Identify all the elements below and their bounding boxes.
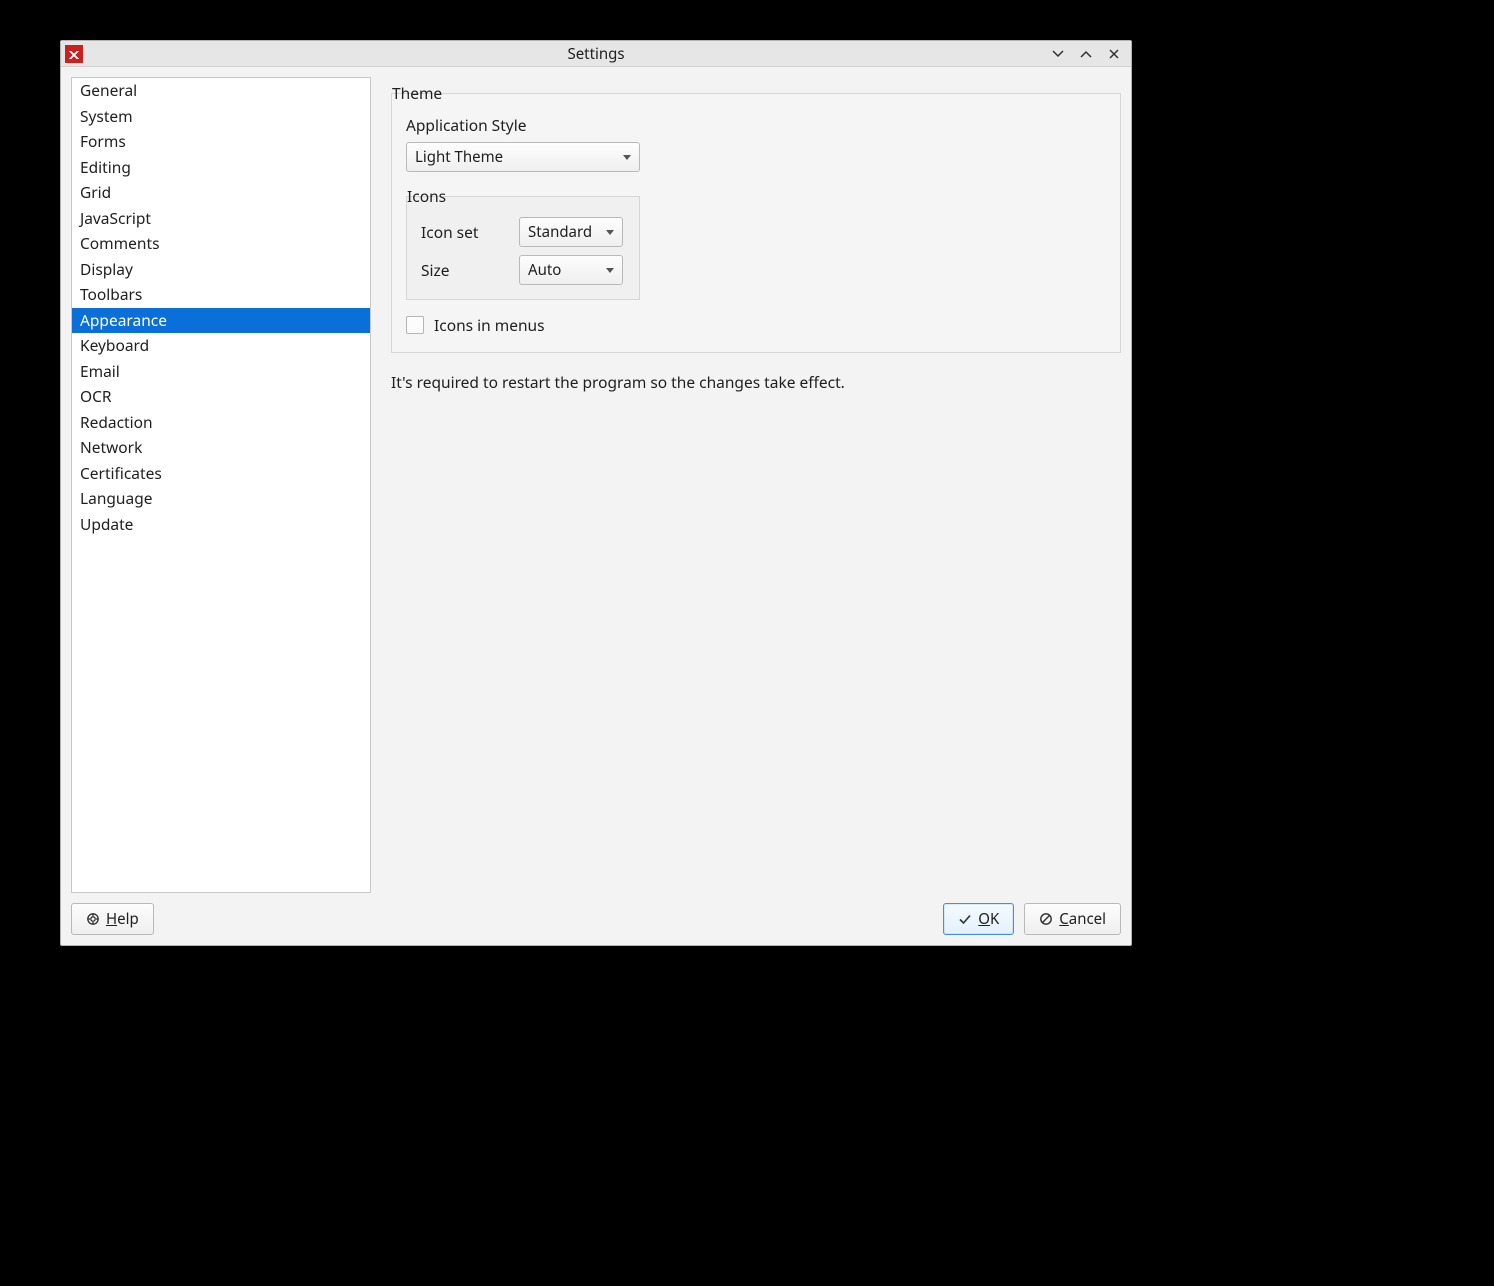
help-icon xyxy=(86,912,100,926)
help-button-label: Help xyxy=(106,909,139,929)
sidebar-item-comments[interactable]: Comments xyxy=(72,231,370,257)
appearance-panel: Theme Application Style Light Theme Icon… xyxy=(391,77,1121,893)
cancel-icon xyxy=(1039,912,1053,926)
application-style-combo[interactable]: Light Theme xyxy=(406,142,640,172)
sidebar-item-javascript[interactable]: JavaScript xyxy=(72,206,370,232)
dropdown-arrow-icon xyxy=(606,230,614,235)
sidebar-item-language[interactable]: Language xyxy=(72,486,370,512)
ok-button[interactable]: OK xyxy=(943,903,1014,935)
checkbox-box-icon xyxy=(406,316,424,334)
app-icon xyxy=(65,45,83,63)
sidebar-item-general[interactable]: General xyxy=(72,78,370,104)
application-style-label: Application Style xyxy=(406,114,1106,136)
sidebar-item-appearance[interactable]: Appearance xyxy=(72,308,370,334)
chevron-down-icon xyxy=(1051,47,1065,61)
settings-dialog: Settings GeneralSystemFormsEditingGridJa… xyxy=(60,40,1132,946)
minimize-button[interactable] xyxy=(1049,45,1067,63)
close-icon xyxy=(1107,47,1121,61)
dropdown-arrow-icon xyxy=(623,155,631,160)
sidebar-item-network[interactable]: Network xyxy=(72,435,370,461)
icon-set-value: Standard xyxy=(528,222,592,242)
sidebar-item-redaction[interactable]: Redaction xyxy=(72,410,370,436)
icon-set-combo[interactable]: Standard xyxy=(519,217,623,247)
cancel-button-label: Cancel xyxy=(1059,909,1106,929)
icon-set-label: Icon set xyxy=(421,221,501,243)
maximize-button[interactable] xyxy=(1077,45,1095,63)
help-button[interactable]: Help xyxy=(71,903,154,935)
icon-size-value: Auto xyxy=(528,260,561,280)
sidebar-item-forms[interactable]: Forms xyxy=(72,129,370,155)
chevron-up-icon xyxy=(1079,47,1093,61)
ok-button-label: OK xyxy=(978,909,999,929)
dropdown-arrow-icon xyxy=(606,268,614,273)
settings-category-list[interactable]: GeneralSystemFormsEditingGridJavaScriptC… xyxy=(71,77,371,893)
icon-size-label: Size xyxy=(421,259,501,281)
sidebar-item-grid[interactable]: Grid xyxy=(72,180,370,206)
icons-group-label: Icons xyxy=(405,185,448,207)
application-style-value: Light Theme xyxy=(415,147,503,167)
dialog-button-bar: Help OK Cancel xyxy=(71,893,1121,935)
sidebar-item-system[interactable]: System xyxy=(72,104,370,130)
dialog-title: Settings xyxy=(61,44,1131,64)
sidebar-item-email[interactable]: Email xyxy=(72,359,370,385)
theme-group: Theme Application Style Light Theme Icon… xyxy=(391,93,1121,353)
icon-size-combo[interactable]: Auto xyxy=(519,255,623,285)
sidebar-item-ocr[interactable]: OCR xyxy=(72,384,370,410)
sidebar-item-update[interactable]: Update xyxy=(72,512,370,538)
cancel-button[interactable]: Cancel xyxy=(1024,903,1121,935)
titlebar: Settings xyxy=(61,41,1131,67)
sidebar-item-display[interactable]: Display xyxy=(72,257,370,283)
icons-in-menus-label: Icons in menus xyxy=(434,314,545,336)
sidebar-item-keyboard[interactable]: Keyboard xyxy=(72,333,370,359)
theme-group-label: Theme xyxy=(390,82,444,104)
sidebar-item-toolbars[interactable]: Toolbars xyxy=(72,282,370,308)
sidebar-item-certificates[interactable]: Certificates xyxy=(72,461,370,487)
check-icon xyxy=(958,912,972,926)
close-button[interactable] xyxy=(1105,45,1123,63)
restart-required-note: It's required to restart the program so … xyxy=(391,371,1121,393)
icons-in-menus-checkbox[interactable]: Icons in menus xyxy=(406,314,1106,336)
icons-group: Icons Icon set Standard Size Auto xyxy=(406,196,640,300)
sidebar-item-editing[interactable]: Editing xyxy=(72,155,370,181)
